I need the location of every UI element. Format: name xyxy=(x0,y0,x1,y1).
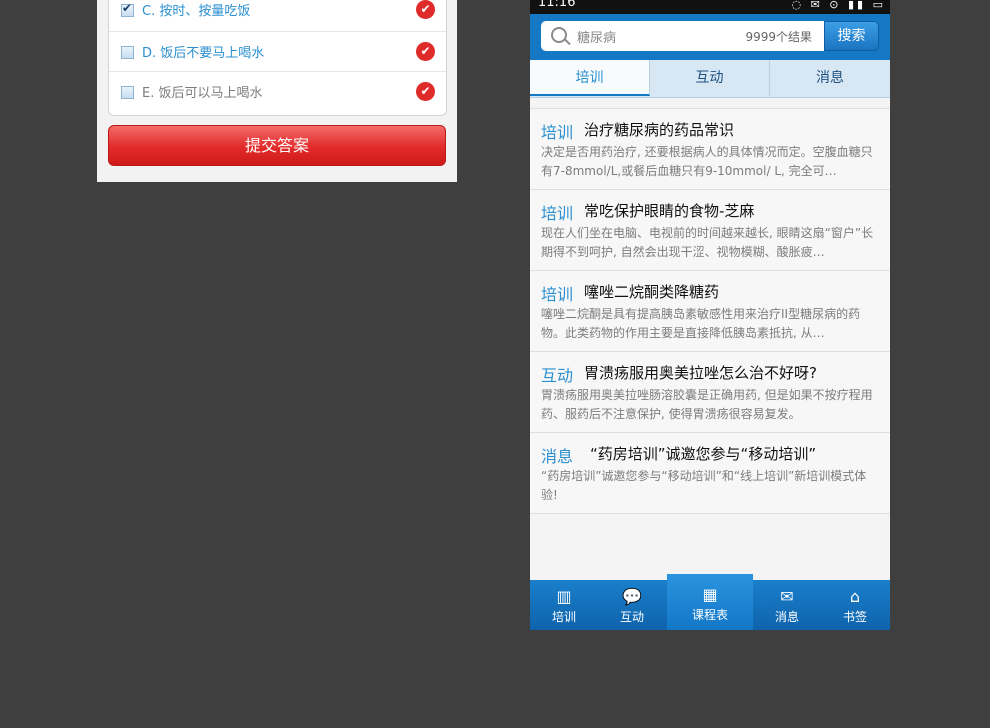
item-title: 治疗糖尿病的药品常识 xyxy=(584,121,735,139)
checkbox-checked[interactable] xyxy=(121,1,134,17)
nav-messages[interactable]: ✉ 消息 xyxy=(753,580,821,630)
tab-messages[interactable]: 消息 xyxy=(770,60,890,96)
option-label: D. 饭后不要马上喝水 xyxy=(142,46,265,61)
nav-training[interactable]: ▥ 培训 xyxy=(530,580,598,630)
list-item[interactable]: 互动 胃溃疡服用奥美拉唑怎么治不好呀? 胃溃疡服用奥美拉唑肠溶胶囊是正确用药, … xyxy=(530,352,890,433)
answer-option-d[interactable]: D. 饭后不要马上喝水 ✔ xyxy=(109,31,446,72)
list-item[interactable]: 培训 噻唑二烷酮类降糖药 噻唑二烷酮是具有提高胰岛素敏感性用来治疗II型糖尿病的… xyxy=(530,271,890,352)
item-title: 胃溃疡服用奥美拉唑怎么治不好呀? xyxy=(584,364,817,382)
bottom-navigation: ▥ 培训 💬 互动 ▦ 课程表 ✉ 消息 ⌂ 书签 xyxy=(530,574,890,630)
item-description: 决定是否用药治疗, 还要根据病人的具体情况而定。空腹血糖只有7-8mmol/L,… xyxy=(541,145,873,178)
submit-answer-button[interactable]: 提交答案 xyxy=(108,125,446,166)
correct-check-icon: ✔ xyxy=(416,0,435,19)
nav-label: 培训 xyxy=(551,610,576,624)
search-input[interactable]: 糖尿病 9999个结果 xyxy=(541,21,824,51)
item-description: “药房培训”诚邀您参与“移动培训”和“线上培训”新培训模式体验! xyxy=(541,469,867,502)
phone-screen: 11:16 ◌ ✉ ⊙ ▮▮ ▭ 糖尿病 9999个结果 搜索 培训 互动 消息… xyxy=(530,0,890,630)
quiz-panel: C. 按时、按量吃饭 ✔ D. 饭后不要马上喝水 ✔ E. 饭后可以马上喝水 ✔… xyxy=(97,0,457,182)
search-bar: 糖尿病 9999个结果 搜索 xyxy=(530,14,890,60)
nav-label: 消息 xyxy=(774,610,799,624)
mail-icon: ✉ xyxy=(780,587,794,606)
item-title: 噻唑二烷酮类降糖药 xyxy=(584,283,720,301)
item-category: 培训 xyxy=(541,285,574,304)
tab-interaction[interactable]: 互动 xyxy=(650,60,770,96)
nav-schedule[interactable]: ▦ 课程表 xyxy=(667,574,753,630)
item-description: 噻唑二烷酮是具有提高胰岛素敏感性用来治疗II型糖尿病的药物。此类药物的作用主要是… xyxy=(541,307,861,340)
item-category: 互动 xyxy=(541,366,574,385)
tag-icon: ⌂ xyxy=(849,587,861,606)
option-label: E. 饭后可以马上喝水 xyxy=(142,86,263,101)
status-time: 11:16 xyxy=(538,0,576,10)
result-list: 培训 治疗糖尿病的药品常识 决定是否用药治疗, 还要根据病人的具体情况而定。空腹… xyxy=(530,108,890,514)
category-tabs: 培训 互动 消息 xyxy=(530,60,890,98)
answer-option-e[interactable]: E. 饭后可以马上喝水 ✔ xyxy=(109,71,446,112)
chat-icon: 💬 xyxy=(622,587,642,606)
list-item[interactable]: 培训 治疗糖尿病的药品常识 决定是否用药治疗, 还要根据病人的具体情况而定。空腹… xyxy=(530,109,890,190)
option-label: C. 按时、按量吃饭 xyxy=(142,4,251,19)
list-item[interactable]: 培训 常吃保护眼睛的食物-芝麻 现在人们坐在电脑、电视前的时间越来越长, 眼睛这… xyxy=(530,190,890,271)
correct-check-icon: ✔ xyxy=(416,42,435,61)
answer-options: C. 按时、按量吃饭 ✔ D. 饭后不要马上喝水 ✔ E. 饭后可以马上喝水 ✔ xyxy=(108,0,447,116)
status-icons: ◌ ✉ ⊙ ▮▮ ▭ xyxy=(791,0,886,11)
nav-label: 互动 xyxy=(619,610,644,624)
checkbox[interactable] xyxy=(121,46,134,59)
calendar-icon: ▦ xyxy=(702,585,718,604)
item-category: 培训 xyxy=(541,123,574,142)
search-query: 糖尿病 xyxy=(577,31,617,46)
item-description: 胃溃疡服用奥美拉唑肠溶胶囊是正确用药, 但是如果不按疗程用药、服药后不注意保护,… xyxy=(541,388,873,421)
item-title: “药房培训”诚邀您参与“移动培训” xyxy=(590,445,817,463)
item-title: 常吃保护眼睛的食物-芝麻 xyxy=(584,202,755,220)
result-count: 9999个结果 xyxy=(745,30,812,44)
item-description: 现在人们坐在电脑、电视前的时间越来越长, 眼睛这扇“窗户”长期得不到呵护, 自然… xyxy=(541,226,874,259)
search-icon xyxy=(551,27,567,43)
tab-training[interactable]: 培训 xyxy=(530,60,650,96)
search-button[interactable]: 搜索 xyxy=(824,21,879,51)
correct-check-icon: ✔ xyxy=(416,82,435,101)
list-item[interactable]: 消息 “药房培训”诚邀您参与“移动培训” “药房培训”诚邀您参与“移动培训”和“… xyxy=(530,433,890,514)
answer-option-c[interactable]: C. 按时、按量吃饭 ✔ xyxy=(109,0,446,30)
nav-label: 书签 xyxy=(842,610,867,624)
nav-bookmarks[interactable]: ⌂ 书签 xyxy=(821,580,889,630)
status-bar: 11:16 ◌ ✉ ⊙ ▮▮ ▭ xyxy=(530,0,890,14)
item-category: 培训 xyxy=(541,204,574,223)
nav-interaction[interactable]: 💬 互动 xyxy=(598,580,666,630)
checkbox[interactable] xyxy=(121,86,134,99)
nav-label: 课程表 xyxy=(691,608,728,622)
book-icon: ▥ xyxy=(556,587,572,606)
item-category: 消息 xyxy=(541,447,574,466)
